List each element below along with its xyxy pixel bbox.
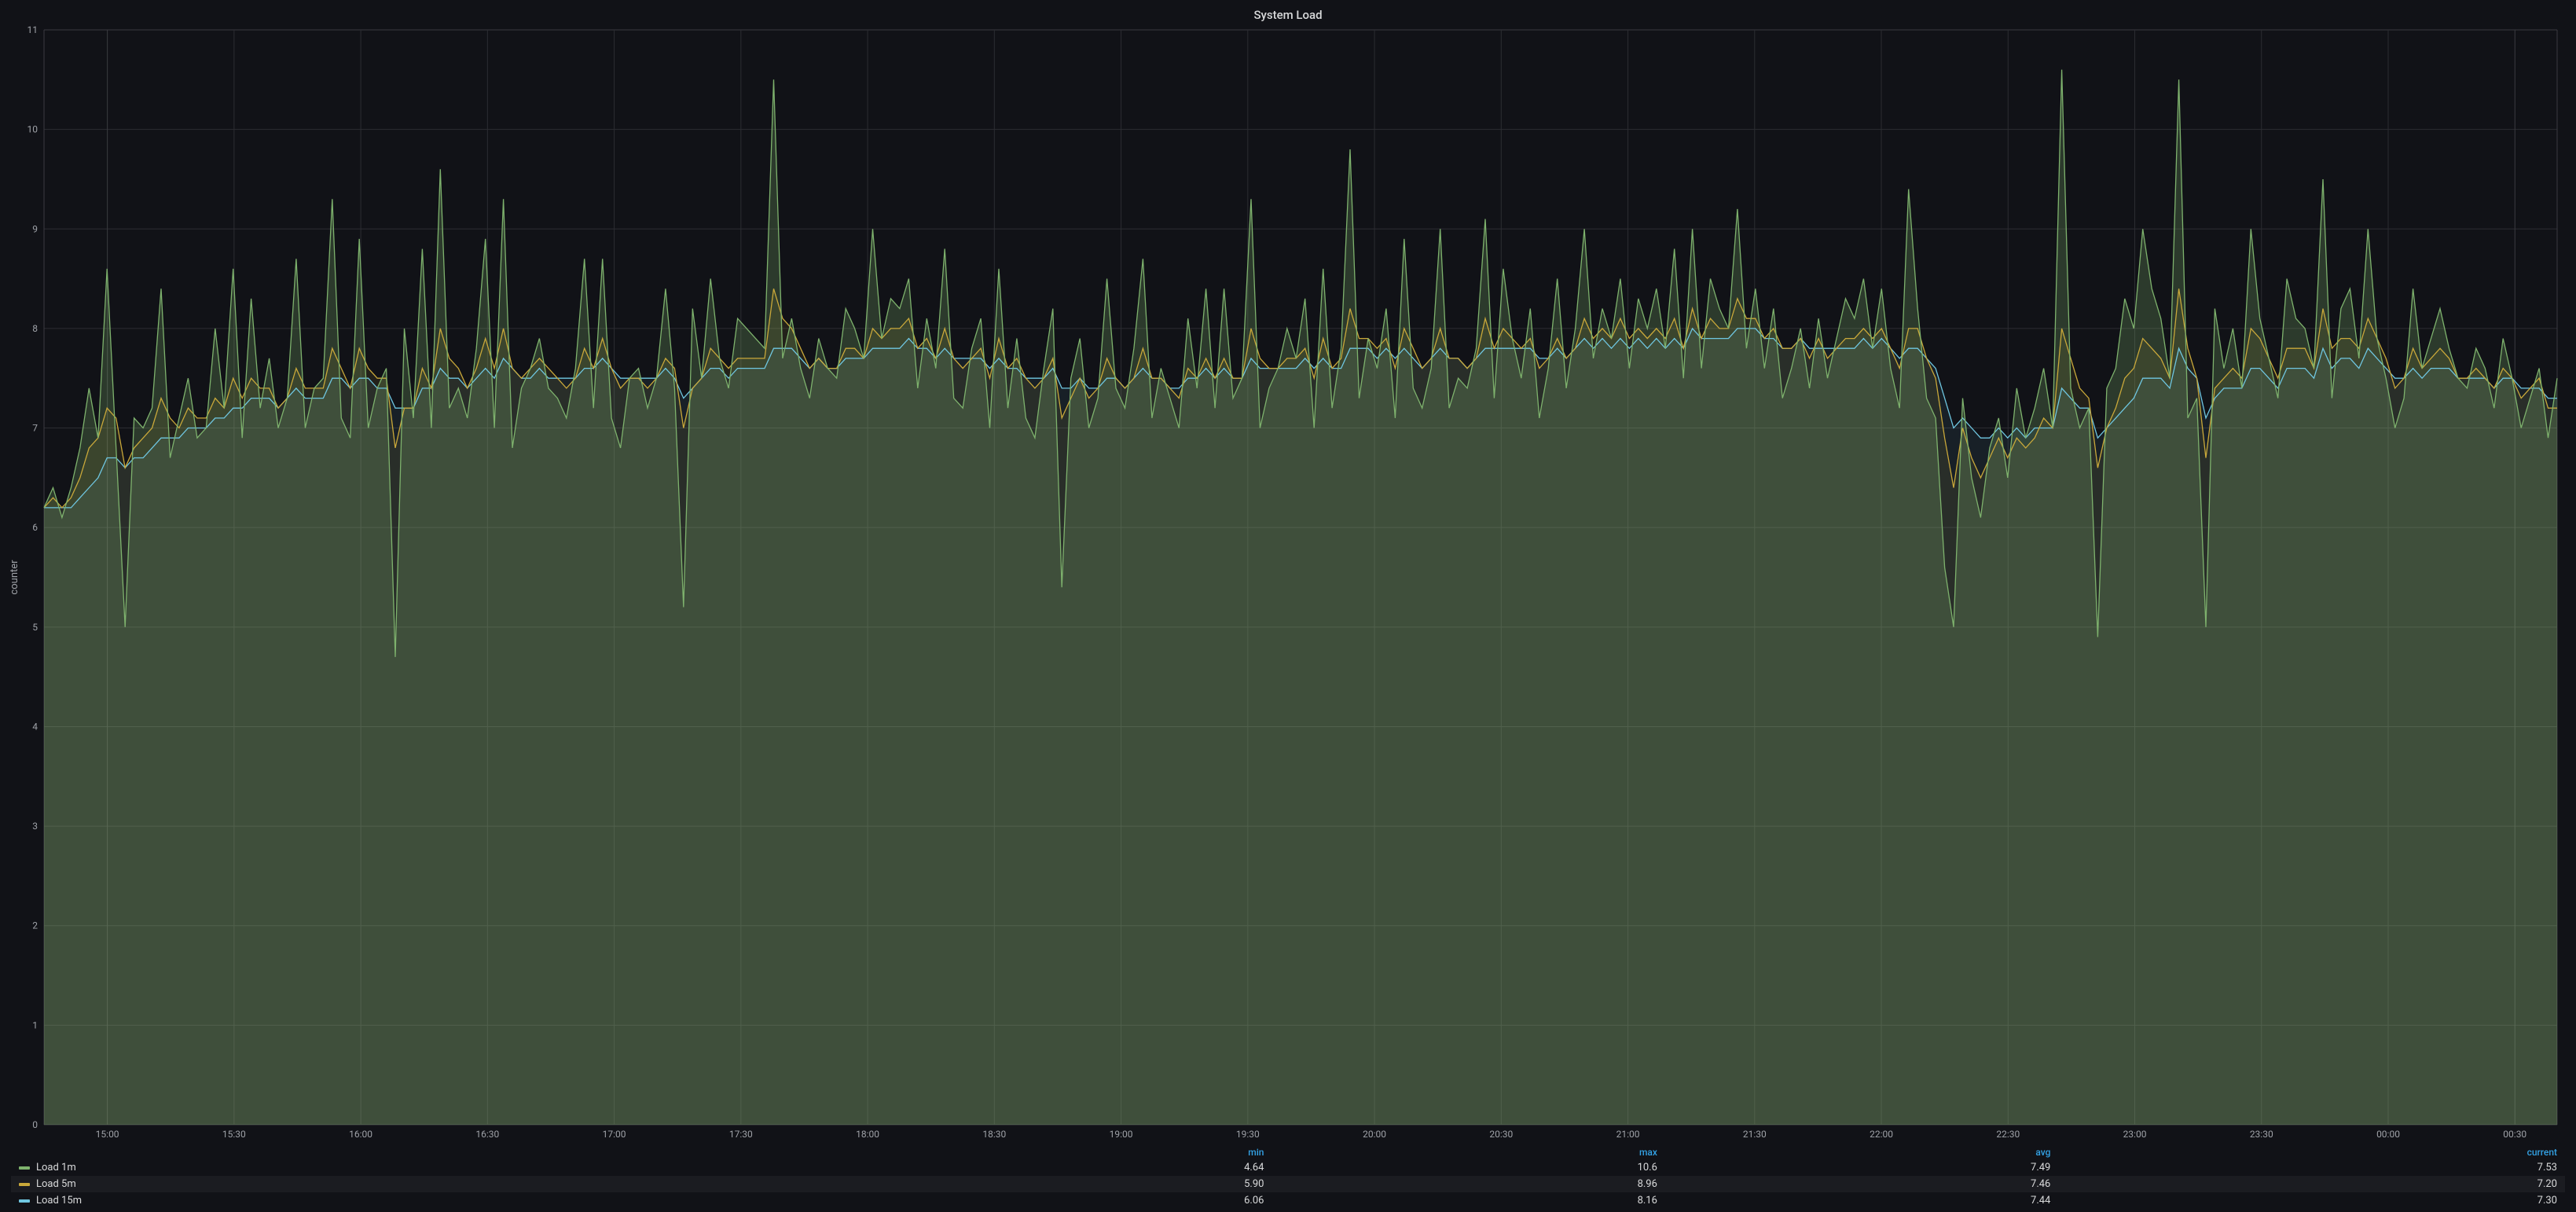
legend-avg: 7.46 [1665,1176,2058,1192]
svg-text:7: 7 [32,423,38,434]
legend-series-name: Load 1m [36,1162,76,1173]
legend-col-avg[interactable]: avg [1665,1145,2058,1159]
legend-series-label[interactable]: Load 1m [11,1159,879,1176]
svg-text:15:30: 15:30 [222,1129,246,1140]
svg-text:8: 8 [32,323,38,334]
legend-avg: 7.44 [1665,1192,2058,1209]
svg-text:21:00: 21:00 [1616,1129,1640,1140]
svg-text:19:30: 19:30 [1236,1129,1260,1140]
svg-text:9: 9 [32,223,38,234]
svg-text:3: 3 [32,821,38,832]
panel: System Load 0 1 2 3 4 5 6 7 8 9 10 11 15:00 15:30 16:0… [0,0,2576,1212]
svg-text:4: 4 [32,721,38,732]
legend-series-name: Load 15m [36,1195,82,1206]
legend-max: 8.16 [1271,1192,1664,1209]
svg-text:11: 11 [28,25,39,35]
legend-max: 10.6 [1271,1159,1664,1176]
svg-text:17:30: 17:30 [729,1129,753,1140]
legend-row[interactable]: Load 5m 5.908.967.467.20 [11,1176,2565,1192]
chart-area[interactable]: 0 1 2 3 4 5 6 7 8 9 10 11 15:00 15:30 16:00 16:30 17:00 1… [6,25,2570,1144]
legend-col-current[interactable]: current [2058,1145,2565,1159]
legend-swatch [19,1199,30,1203]
svg-text:5: 5 [32,622,38,633]
svg-text:10: 10 [28,124,39,135]
svg-text:20:00: 20:00 [1363,1129,1386,1140]
svg-text:17:00: 17:00 [603,1129,626,1140]
svg-text:2: 2 [32,920,38,931]
legend-avg: 7.49 [1665,1159,2058,1176]
legend-swatch [19,1183,30,1186]
legend: min max avg current Load 1m4.6410.67.497… [6,1144,2570,1212]
svg-text:21:30: 21:30 [1743,1129,1767,1140]
svg-text:15:00: 15:00 [96,1129,119,1140]
legend-row[interactable]: Load 1m 4.6410.67.497.53 [11,1159,2565,1176]
svg-text:00:00: 00:00 [2376,1129,2400,1140]
svg-text:00:30: 00:30 [2503,1129,2526,1140]
series-area-load-15m [44,329,2557,1125]
svg-text:22:00: 22:00 [1870,1129,1893,1140]
svg-text:18:30: 18:30 [982,1129,1006,1140]
svg-text:6: 6 [32,522,38,533]
legend-col-min[interactable]: min [879,1145,1271,1159]
svg-text:16:00: 16:00 [349,1129,372,1140]
svg-text:20:30: 20:30 [1489,1129,1513,1140]
legend-current: 7.20 [2058,1176,2565,1192]
svg-text:23:00: 23:00 [2123,1129,2147,1140]
legend-col-max[interactable]: max [1271,1145,1664,1159]
svg-text:22:30: 22:30 [1996,1129,2020,1140]
svg-text:1: 1 [32,1019,38,1030]
svg-text:0: 0 [32,1119,38,1130]
svg-text:18:00: 18:00 [856,1129,879,1140]
svg-text:16:30: 16:30 [475,1129,499,1140]
svg-text:counter: counter [9,560,20,595]
legend-swatch [19,1166,30,1170]
legend-min: 5.90 [879,1176,1271,1192]
legend-min: 4.64 [879,1159,1271,1176]
legend-series-name: Load 5m [36,1178,76,1190]
legend-current: 7.53 [2058,1159,2565,1176]
legend-row[interactable]: Load 15m 6.068.167.447.30 [11,1192,2565,1209]
legend-min: 6.06 [879,1192,1271,1209]
legend-series-label[interactable]: Load 5m [11,1176,879,1192]
svg-text:19:00: 19:00 [1110,1129,1133,1140]
panel-title[interactable]: System Load [6,3,2570,25]
legend-current: 7.30 [2058,1192,2565,1209]
legend-max: 8.96 [1271,1176,1664,1192]
svg-text:23:30: 23:30 [2250,1129,2273,1140]
legend-series-label[interactable]: Load 15m [11,1192,879,1209]
legend-spacer [11,1145,879,1159]
